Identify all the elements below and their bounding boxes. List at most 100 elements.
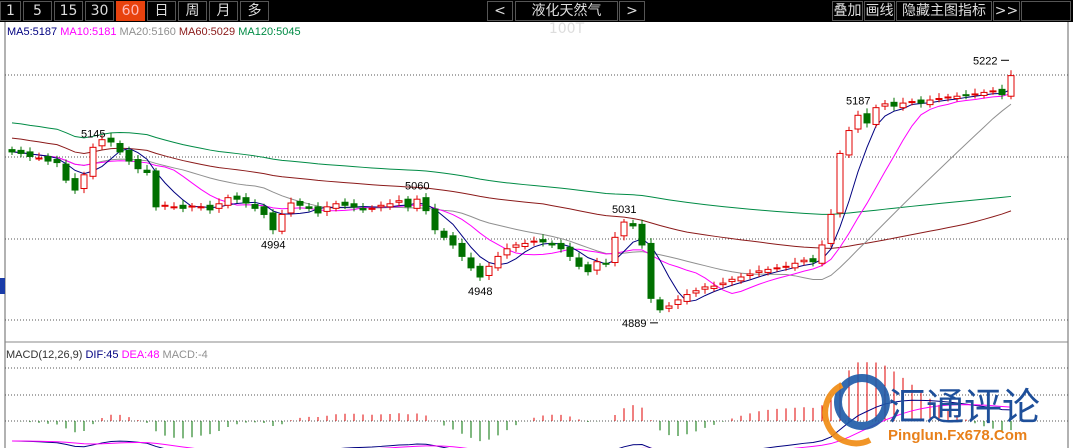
candle-body	[287, 202, 295, 214]
candle-body	[674, 299, 682, 305]
candle-body	[872, 107, 880, 125]
candle-body	[827, 213, 835, 244]
watermark-en: Pinglun.Fx678.Com	[888, 427, 1027, 444]
watermark-cn: 汇通评论	[888, 385, 1040, 429]
candle-body	[818, 244, 826, 264]
candle-body	[170, 206, 178, 209]
prev-symbol-button[interactable]: <	[487, 1, 513, 21]
candle-body	[89, 146, 97, 177]
candle-body	[215, 203, 223, 209]
candle-body	[107, 137, 115, 143]
candle-body	[53, 159, 61, 164]
toolbar: 1 5 15 30 60 日周月多 < 液化天然气100T > 叠加 画线 隐藏主图指标 >>	[0, 0, 1073, 37]
candle-body	[557, 242, 565, 250]
period-button-0[interactable]: 1	[0, 1, 21, 21]
candle-body	[809, 258, 817, 263]
candle-body	[368, 207, 376, 210]
candle-body	[377, 204, 385, 208]
candle-body	[593, 261, 601, 271]
candle-body	[773, 267, 781, 270]
candle-body	[305, 206, 313, 209]
price-annotation: 5187	[846, 96, 870, 108]
candle-body	[980, 91, 988, 96]
candle-body	[845, 130, 853, 156]
candle-body	[764, 268, 772, 273]
candle-body	[935, 98, 943, 101]
price-annotation: 5145	[81, 129, 105, 141]
candle-body	[575, 257, 583, 267]
candle-body	[485, 265, 493, 276]
candle-body	[143, 169, 151, 174]
candle-body	[332, 203, 340, 209]
candle-body	[998, 88, 1006, 96]
period-button-4[interactable]: 60	[116, 1, 145, 21]
candle-body	[17, 149, 25, 154]
hide-indicators-button[interactable]: 隐藏主图指标	[896, 1, 992, 21]
candle-body	[620, 221, 628, 237]
candle-body	[296, 200, 304, 206]
candle-body	[476, 265, 484, 278]
candle-body	[638, 223, 646, 246]
period-button-1[interactable]: 5	[23, 1, 52, 21]
candle-body	[161, 204, 169, 207]
more-button[interactable]: >>	[993, 1, 1020, 21]
candle-body	[836, 152, 844, 214]
candle-body	[728, 278, 736, 283]
period-button-7[interactable]: 月	[209, 1, 238, 21]
overlay-button[interactable]: 叠加	[832, 1, 863, 21]
period-button-3[interactable]: 30	[85, 1, 114, 21]
candle-body	[611, 236, 619, 264]
candle-body	[710, 285, 718, 289]
next-symbol-button[interactable]: >	[619, 1, 645, 21]
candle-body	[908, 101, 916, 104]
candle-body	[899, 102, 907, 109]
candle-body	[746, 273, 754, 276]
candle-body	[692, 290, 700, 294]
candle-body	[116, 143, 124, 153]
candle-body	[413, 198, 421, 209]
period-button-6[interactable]: 周	[178, 1, 207, 21]
period-button-2[interactable]: 15	[54, 1, 83, 21]
candle-body	[548, 242, 556, 246]
candle-body	[188, 205, 196, 208]
candle-body	[584, 264, 592, 273]
candle-body	[35, 157, 43, 160]
candle-body	[854, 114, 862, 130]
period-button-5[interactable]: 日	[147, 1, 176, 21]
candle-body	[503, 248, 511, 256]
candle-body	[512, 244, 520, 248]
candle-body	[683, 294, 691, 302]
candle-body	[260, 206, 268, 215]
toolbar-scroll[interactable]	[1021, 1, 1071, 21]
candle-body	[494, 255, 502, 269]
draw-line-button[interactable]: 画线	[864, 1, 895, 21]
candle-body	[917, 99, 925, 104]
candle-body	[44, 155, 52, 162]
candle-body	[251, 204, 259, 209]
candle-body	[197, 206, 205, 209]
candle-body	[449, 235, 457, 246]
candle-body	[314, 206, 322, 214]
candle-body	[962, 94, 970, 97]
price-annotation: 4889	[622, 318, 646, 330]
candle-body	[953, 95, 961, 100]
candle-body	[341, 201, 349, 206]
candle-body	[71, 178, 79, 191]
candle-body	[755, 270, 763, 273]
candle-body	[665, 305, 673, 309]
candle-body	[431, 208, 439, 231]
candle-body	[440, 230, 448, 238]
period-button-8[interactable]: 多	[240, 1, 269, 21]
candle-body	[152, 170, 160, 208]
symbol-selector[interactable]: 液化天然气100T	[515, 1, 618, 37]
candle-body	[602, 262, 610, 265]
candle-body	[890, 101, 898, 107]
candle-body	[233, 195, 241, 200]
candle-body	[359, 207, 367, 211]
candle-body	[323, 206, 331, 212]
candle-body	[800, 259, 808, 263]
price-annotation: 4948	[468, 286, 492, 298]
candle-body	[467, 257, 475, 269]
price-chart[interactable]: 5145 4994 5060 4948 5031 4889 5187 5222 汇通评论Ping…	[0, 22, 1073, 448]
candle-body	[1007, 75, 1015, 97]
